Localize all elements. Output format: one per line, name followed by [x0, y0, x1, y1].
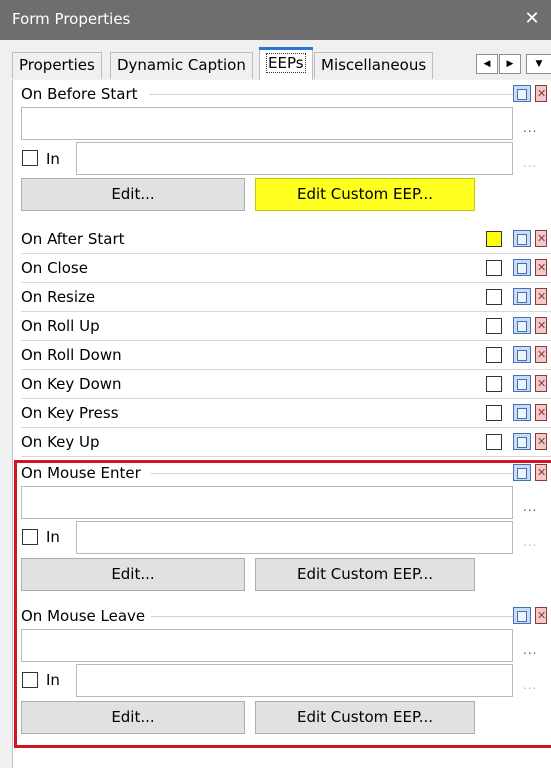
clear-icon[interactable]: ✕: [535, 464, 547, 481]
in-label: In: [46, 671, 60, 689]
event-label: On Roll Up: [21, 317, 100, 335]
mouse-leave-in-browse-button[interactable]: ...: [523, 678, 537, 692]
event-row-on-close[interactable]: On Close ✕: [21, 254, 551, 283]
event-label: On Key Press: [21, 404, 119, 422]
mouse-enter-code-input[interactable]: [21, 486, 513, 519]
tab-scroll-left-icon[interactable]: ◀: [476, 54, 498, 74]
custom-eep-indicator[interactable]: [486, 434, 502, 450]
mouse-enter-in-browse-button[interactable]: ...: [523, 535, 537, 549]
mouse-leave-code-input[interactable]: [21, 629, 513, 662]
section-title: On Before Start: [21, 85, 138, 103]
in-label: In: [46, 528, 60, 546]
mouse-enter-browse-button[interactable]: ...: [523, 500, 537, 514]
tab-properties[interactable]: Properties: [12, 52, 102, 79]
clear-icon[interactable]: ✕: [535, 85, 547, 102]
clear-icon[interactable]: ✕: [535, 404, 547, 421]
expand-icon[interactable]: [513, 346, 531, 363]
expand-icon[interactable]: [513, 288, 531, 305]
expand-icon[interactable]: [513, 259, 531, 276]
expand-icon[interactable]: [513, 375, 531, 392]
clear-icon[interactable]: ✕: [535, 288, 547, 305]
mouse-enter-in-checkbox[interactable]: [22, 529, 38, 545]
clear-icon[interactable]: ✕: [535, 259, 547, 276]
collapse-icon[interactable]: [513, 464, 531, 481]
clear-icon[interactable]: ✕: [535, 346, 547, 363]
event-row-on-key-press[interactable]: On Key Press ✕: [21, 399, 551, 428]
close-icon[interactable]: ✕: [519, 6, 545, 32]
event-label: On After Start: [21, 230, 125, 248]
expand-icon[interactable]: [513, 317, 531, 334]
before-start-browse-button[interactable]: ...: [523, 121, 537, 135]
mouse-enter-edit-custom-button[interactable]: Edit Custom EEP...: [255, 558, 475, 591]
tab-strip: Properties Dynamic Caption EEPs Miscella…: [0, 40, 551, 80]
title-bar: Form Properties ✕: [0, 0, 551, 40]
tab-dynamic-caption[interactable]: Dynamic Caption: [110, 52, 253, 79]
before-start-in-checkbox[interactable]: [22, 150, 38, 166]
event-row-on-resize[interactable]: On Resize ✕: [21, 283, 551, 312]
mouse-enter-edit-button[interactable]: Edit...: [21, 558, 245, 591]
custom-eep-indicator[interactable]: [486, 376, 502, 392]
section-before-start-header: On Before Start ✕: [21, 84, 551, 106]
before-start-edit-custom-button[interactable]: Edit Custom EEP...: [255, 178, 475, 211]
section-mouse-leave-header: On Mouse Leave ✕: [21, 606, 551, 628]
event-row-on-key-up[interactable]: On Key Up ✕: [21, 428, 551, 457]
custom-eep-indicator[interactable]: [486, 405, 502, 421]
mouse-leave-edit-custom-button[interactable]: Edit Custom EEP...: [255, 701, 475, 734]
event-label: On Key Up: [21, 433, 100, 451]
event-row-on-roll-down[interactable]: On Roll Down ✕: [21, 341, 551, 370]
expand-icon[interactable]: [513, 404, 531, 421]
event-label: On Key Down: [21, 375, 122, 393]
custom-eep-indicator[interactable]: [486, 260, 502, 276]
event-row-on-roll-up[interactable]: On Roll Up ✕: [21, 312, 551, 341]
divider: [151, 473, 521, 474]
custom-eep-indicator[interactable]: [486, 231, 502, 247]
clear-icon[interactable]: ✕: [535, 607, 547, 624]
section-title: On Mouse Enter: [21, 464, 141, 482]
window-title: Form Properties: [12, 10, 131, 28]
section-title: On Mouse Leave: [21, 607, 146, 625]
before-start-in-browse-button[interactable]: ...: [523, 156, 537, 170]
section-mouse-enter-header: On Mouse Enter ✕: [21, 463, 551, 485]
before-start-in-input[interactable]: [76, 142, 513, 175]
tab-scroll-right-icon[interactable]: ▶: [499, 54, 521, 74]
clear-icon[interactable]: ✕: [535, 317, 547, 334]
mouse-leave-in-input[interactable]: [76, 664, 513, 697]
tab-menu-icon[interactable]: ▼: [526, 54, 551, 74]
clear-icon[interactable]: ✕: [535, 230, 547, 247]
tab-miscellaneous[interactable]: Miscellaneous: [314, 52, 434, 79]
collapse-icon[interactable]: [513, 607, 531, 624]
custom-eep-indicator[interactable]: [486, 347, 502, 363]
in-label: In: [46, 150, 60, 168]
event-label: On Close: [21, 259, 88, 277]
custom-eep-indicator[interactable]: [486, 289, 502, 305]
before-start-code-input[interactable]: [21, 107, 513, 140]
clear-icon[interactable]: ✕: [535, 433, 547, 450]
divider: [151, 616, 521, 617]
mouse-enter-in-input[interactable]: [76, 521, 513, 554]
event-row-on-after-start[interactable]: On After Start ✕: [21, 225, 551, 254]
expand-icon[interactable]: [513, 230, 531, 247]
divider: [149, 94, 521, 95]
expand-icon[interactable]: [513, 433, 531, 450]
before-start-edit-button[interactable]: Edit...: [21, 178, 245, 211]
collapse-icon[interactable]: [513, 85, 531, 102]
event-label: On Roll Down: [21, 346, 122, 364]
custom-eep-indicator[interactable]: [486, 318, 502, 334]
mouse-leave-browse-button[interactable]: ...: [523, 643, 537, 657]
clear-icon[interactable]: ✕: [535, 375, 547, 392]
tab-eeps[interactable]: EEPs: [259, 47, 313, 80]
mouse-leave-in-checkbox[interactable]: [22, 672, 38, 688]
mouse-leave-edit-button[interactable]: Edit...: [21, 701, 245, 734]
event-row-on-key-down[interactable]: On Key Down ✕: [21, 370, 551, 399]
event-label: On Resize: [21, 288, 96, 306]
